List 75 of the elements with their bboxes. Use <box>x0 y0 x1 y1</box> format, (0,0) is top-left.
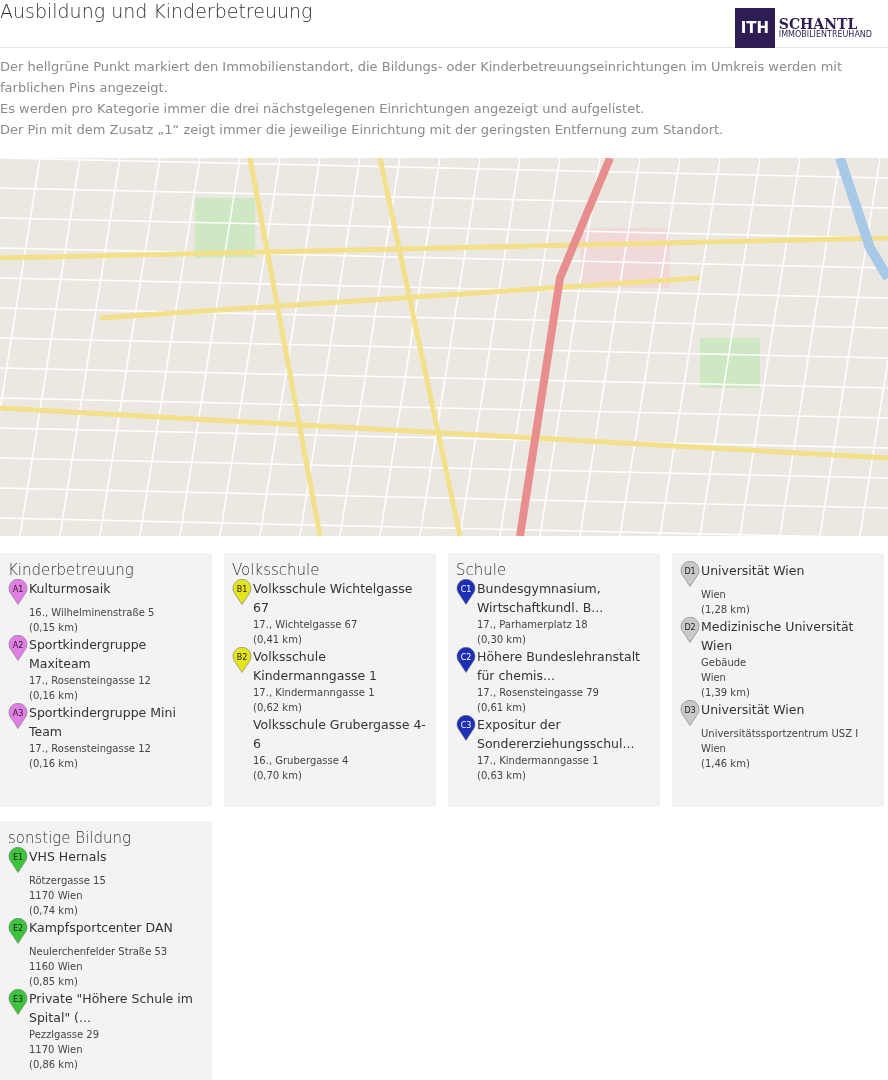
logo-tagline: IMMOBILIENTREUHAND <box>778 31 872 39</box>
facility-detail: Rötzergasse 15 <box>28 874 107 888</box>
description-text: Der Pin mit dem Zusatz „1“ zeigt immer die jeweilige Einrichtung mit der geringsten Entfernung zum Standort. <box>0 121 725 139</box>
facility-detail: 1170 Wien <box>28 1043 84 1057</box>
facility-name: Volksschule Kindermanngasse 1 <box>253 648 379 685</box>
facility-detail: 17., Rosensteingasse 79 <box>476 686 600 700</box>
facility-name: Volksschule Wichtelgasse 67 <box>253 580 414 617</box>
facility-detail: (0,70 km) <box>252 769 303 783</box>
facility-detail: (0,85 km) <box>28 975 79 989</box>
map-pin-icon: E3 <box>8 989 28 1015</box>
facility-name: Universität Wien <box>701 562 805 580</box>
map-pin-icon: E1 <box>8 847 28 873</box>
map-pin-icon: D2 <box>680 617 700 643</box>
facility-detail: (0,86 km) <box>28 1058 79 1072</box>
facility-name: Bundesgymnasium, Wirtschaftkundl. B... <box>477 580 605 617</box>
facility-detail: 17., Rosensteingasse 12 <box>28 742 152 756</box>
facility-detail: (1,39 km) <box>700 686 751 700</box>
logo-name: SCHANTL <box>778 17 858 31</box>
facility-detail: 1170 Wien <box>28 889 84 903</box>
facility-detail: Wien <box>700 742 727 756</box>
category-title: Kinderbetreuung <box>8 561 135 579</box>
facility-detail: (0,16 km) <box>28 757 79 771</box>
facility-detail: (0,15 km) <box>28 621 79 635</box>
page-title: Ausbildung und Kinderbetreuung <box>0 0 313 23</box>
facility-name: Universität Wien <box>701 701 805 719</box>
category-title: Schule <box>456 561 508 579</box>
facility-name: VHS Hernals <box>29 848 107 866</box>
facility-detail: (0,30 km) <box>476 633 527 647</box>
facility-name: Höhere Bundeslehranstalt für chemis... <box>477 648 641 685</box>
map-pin-icon: A1 <box>8 579 28 605</box>
facility-name: Private "Höhere Schule im Spital" (... <box>29 990 194 1027</box>
facility-detail: 17., Wichtelgasse 67 <box>252 618 359 632</box>
map-pin-icon: D3 <box>680 700 700 726</box>
map-pin-icon: A3 <box>8 703 28 729</box>
facility-detail: Gebäude <box>700 656 748 670</box>
facility-detail: (0,63 km) <box>476 769 527 783</box>
logo-mark: ITH <box>734 8 775 48</box>
map-pin-icon: A2 <box>8 635 28 661</box>
facility-detail: (1,46 km) <box>700 757 751 771</box>
facility-detail: 17., Kindermanngasse 1 <box>476 754 600 768</box>
map-pin-icon: E2 <box>8 918 28 944</box>
facility-detail: 17., Kindermanngasse 1 <box>252 686 376 700</box>
facility-detail: (0,61 km) <box>476 701 527 715</box>
facility-detail: 16., Wilhelminenstraße 5 <box>28 606 156 620</box>
facility-detail: 17., Rosensteingasse 12 <box>28 674 152 688</box>
facility-detail: (0,41 km) <box>252 633 303 647</box>
map-pin-icon: D1 <box>680 561 700 587</box>
category-title: Volksschule <box>232 561 321 579</box>
map-pin-icon: B1 <box>232 579 252 605</box>
facility-detail: (0,62 km) <box>252 701 303 715</box>
facility-name: Sportkindergruppe Maxiteam <box>29 636 148 673</box>
facility-detail: Neulerchenfelder Straße 53 <box>28 945 169 959</box>
facility-name: Medizinische Universität Wien <box>701 618 855 655</box>
facility-detail: (0,74 km) <box>28 904 79 918</box>
facility-detail: Pezzlgasse 29 <box>28 1028 101 1042</box>
description-text: Es werden pro Kategorie immer die drei nächstgelegenen Einrichtungen angezeigt und aufgelistet. <box>0 100 646 118</box>
facility-name: Volksschule Grubergasse 4-6 <box>253 716 427 753</box>
facility-detail: 1160 Wien <box>28 960 84 974</box>
facility-detail: (0,16 km) <box>28 689 79 703</box>
map-pin-icon: C1 <box>456 579 476 605</box>
description-text: Der hellgrüne Punkt markiert den Immobilienstandort, die Bildungs- oder Kinderbetreuungseinrichtungen im Umkreis werden mit farblichen Pins angezeigt. <box>0 58 844 97</box>
facility-name: Kulturmosaik <box>29 580 111 598</box>
facility-name: Expositur der Sondererziehungsschul... <box>477 716 636 753</box>
facility-detail: 16., Grubergasse 4 <box>252 754 350 768</box>
category-title: sonstige Bildung <box>8 829 133 847</box>
facility-detail: Universitätssportzentrum USZ I <box>700 727 860 741</box>
map-pin-icon: C2 <box>456 647 476 673</box>
facility-name: Kampfsportcenter DAN <box>29 919 173 937</box>
map-pin-icon: B2 <box>232 647 252 673</box>
facility-detail: (1,28 km) <box>700 603 751 617</box>
facility-detail: Wien <box>700 588 727 602</box>
facility-detail: 17., Parhamerplatz 18 <box>476 618 589 632</box>
facility-detail: Wien <box>700 671 727 685</box>
facility-name: Sportkindergruppe Mini Team <box>29 704 177 741</box>
map-pin-icon: C3 <box>456 715 476 741</box>
